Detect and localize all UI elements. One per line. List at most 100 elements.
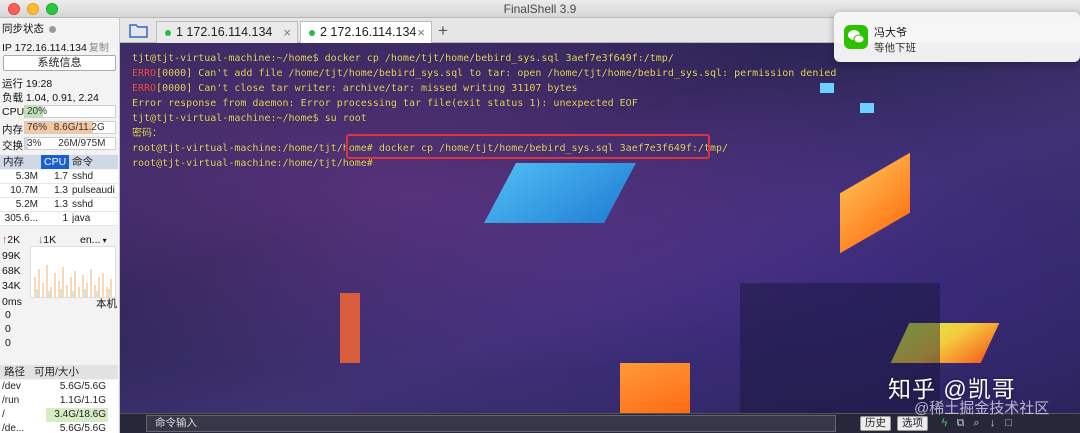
line-text: root@tjt-virtual-machine:/home/tjt/home# [132,158,373,169]
process-cmd: sshd [72,199,94,210]
disk-path: /dev [2,381,21,392]
copy-icon[interactable]: ⧉ [954,416,967,431]
line-text: tjt@tjt-virtual-machine:~/home$ su root [132,113,367,124]
tab-label: 1 172.16.114.134 [176,25,273,39]
latency-target: 本机 [96,298,117,310]
disk-path-header: 路径 [4,366,25,378]
network-down: ↓1K [38,234,56,246]
memory-meter: 76% 8.6G/11.2G [24,121,116,134]
disk-path: /de... [2,423,25,433]
memory-value: 8.6G/11.2G [53,122,105,133]
swap-percent: 3% [27,138,42,149]
line-text: tjt@tjt-virtual-machine:~/home$ docker c… [132,53,674,64]
error-tag: ERRO [132,68,157,79]
latency-value: 0 [5,337,11,349]
memory-percent: 76% [27,122,48,133]
sidebar: 同步状态 IP 172.16.114.134 复制 系统信息 运行 19:28 负… [0,18,120,433]
wallpaper-cube [860,103,874,113]
notification-message: 等他下班 [874,42,916,54]
options-button[interactable]: 选项 [897,416,928,431]
process-table-header: 内存 CPU 命令 [0,155,118,169]
sort-by-cpu-header[interactable]: CPU [41,155,69,169]
network-interface-select[interactable]: en... ▾ [80,234,107,246]
sync-status[interactable]: 同步状态 [2,21,56,36]
process-cpu: 1.7 [54,171,68,182]
sort-by-memory-header[interactable]: 内存 [0,155,41,169]
close-tab-icon[interactable]: × [417,22,425,43]
copy-ip-link[interactable]: 复制 [89,43,109,54]
disk-value: 5.6G/5.6G [59,423,106,433]
highlight-box [346,134,710,159]
disk-value: 3.4G/18.6G [46,408,108,422]
disk-path: /run [2,395,20,406]
wallpaper-orange-block [840,152,910,254]
disk-path: / [2,409,5,420]
command-input[interactable]: 命令输入 [146,415,836,432]
network-scale-low: 34K [2,280,21,292]
table-row[interactable]: 5.2M 1.3 sshd [0,198,118,212]
error-tag: ERRO [132,83,157,94]
wallpaper-orange-block [620,363,690,413]
table-row[interactable]: /run 1.1G/1.1G [0,394,118,408]
line-text: 密码： [132,128,162,139]
close-tab-icon[interactable]: × [283,22,291,43]
system-info-button[interactable]: 系统信息 [3,55,116,71]
tab-session-2[interactable]: 2 172.16.114.134 × [300,21,432,43]
process-mem: 5.2M [15,199,38,210]
history-button[interactable]: 历史 [860,416,891,431]
table-row[interactable]: /dev 5.6G/5.6G [0,380,118,394]
lightning-icon[interactable]: ϟ [938,416,951,431]
terminal-line: Error response from daemon: Error proces… [132,96,836,111]
notification-banner[interactable]: 冯大爷 等他下班 [834,12,1080,62]
latency-label: 0ms [2,296,22,308]
open-folder-button[interactable] [128,22,150,39]
wallpaper-window-logo [484,163,636,223]
network-graph [30,246,116,298]
connected-dot-icon [309,29,315,36]
terminal-line: ERRO[0000] Can't add file /home/tjt/home… [132,66,836,81]
tab-label: 2 172.16.114.134 [320,25,417,39]
process-cmd: java [72,213,91,224]
latency-value: 0 [5,323,11,335]
network-up: ↑2K [2,234,20,246]
search-icon[interactable]: ⌕ [970,416,983,431]
table-row[interactable]: 305.6... 1 java [0,212,118,226]
chevron-down-icon: ▾ [100,236,107,245]
download-icon[interactable]: ↓ [986,416,999,431]
table-row[interactable]: / 3.4G/18.6G [0,408,118,422]
load-average: 负载 1.04, 0.91, 2.24 [2,92,99,104]
network-scale-high: 99K [2,250,21,262]
table-row[interactable]: /de... 5.6G/5.6G [0,422,118,433]
latency-value: 0 [5,309,11,321]
sync-label: 同步状态 [2,23,44,35]
memory-label: 内存 [2,124,23,136]
connected-dot-icon [165,29,171,36]
fullscreen-icon[interactable]: □ [1002,416,1015,431]
tab-session-1[interactable]: 1 172.16.114.134 × [156,21,298,43]
folder-icon [129,24,148,38]
notification-title: 冯大爷 [874,27,907,39]
network-interface: en... [80,234,101,246]
sort-by-command-header[interactable]: 命令 [69,155,118,169]
terminal[interactable]: tjt@tjt-virtual-machine:~/home$ docker c… [120,43,1080,413]
terminal-line: tjt@tjt-virtual-machine:~/home$ su root [132,111,836,126]
cpu-label: CPU [2,106,25,118]
cpu-meter: 20% [24,105,116,118]
swap-meter: 3% 26M/975M [24,137,116,150]
disk-value: 1.1G/1.1G [59,395,106,406]
process-cmd: pulseaudi [72,185,115,196]
sync-status-dot-icon [49,25,56,33]
network-scale-mid: 68K [2,265,21,277]
table-row[interactable]: 5.3M 1.7 sshd [0,170,118,184]
wechat-icon [844,25,868,49]
process-cpu: 1 [62,213,68,224]
disk-value: 5.6G/5.6G [59,381,106,392]
process-table: 5.3M 1.7 sshd 10.7M 1.3 pulseaudi 5.2M 1… [0,170,118,226]
line-text: [0000] Can't add file /home/tjt/home/beb… [156,68,837,79]
wallpaper-orange-block [340,293,360,363]
add-tab-button[interactable]: + [438,21,448,41]
ip-label: IP 172.16.114.134 [2,42,87,54]
swap-value: 26M/975M [58,138,106,149]
watermark-juejin: @稀土掘金技术社区 [914,400,1050,417]
table-row[interactable]: 10.7M 1.3 pulseaudi [0,184,118,198]
